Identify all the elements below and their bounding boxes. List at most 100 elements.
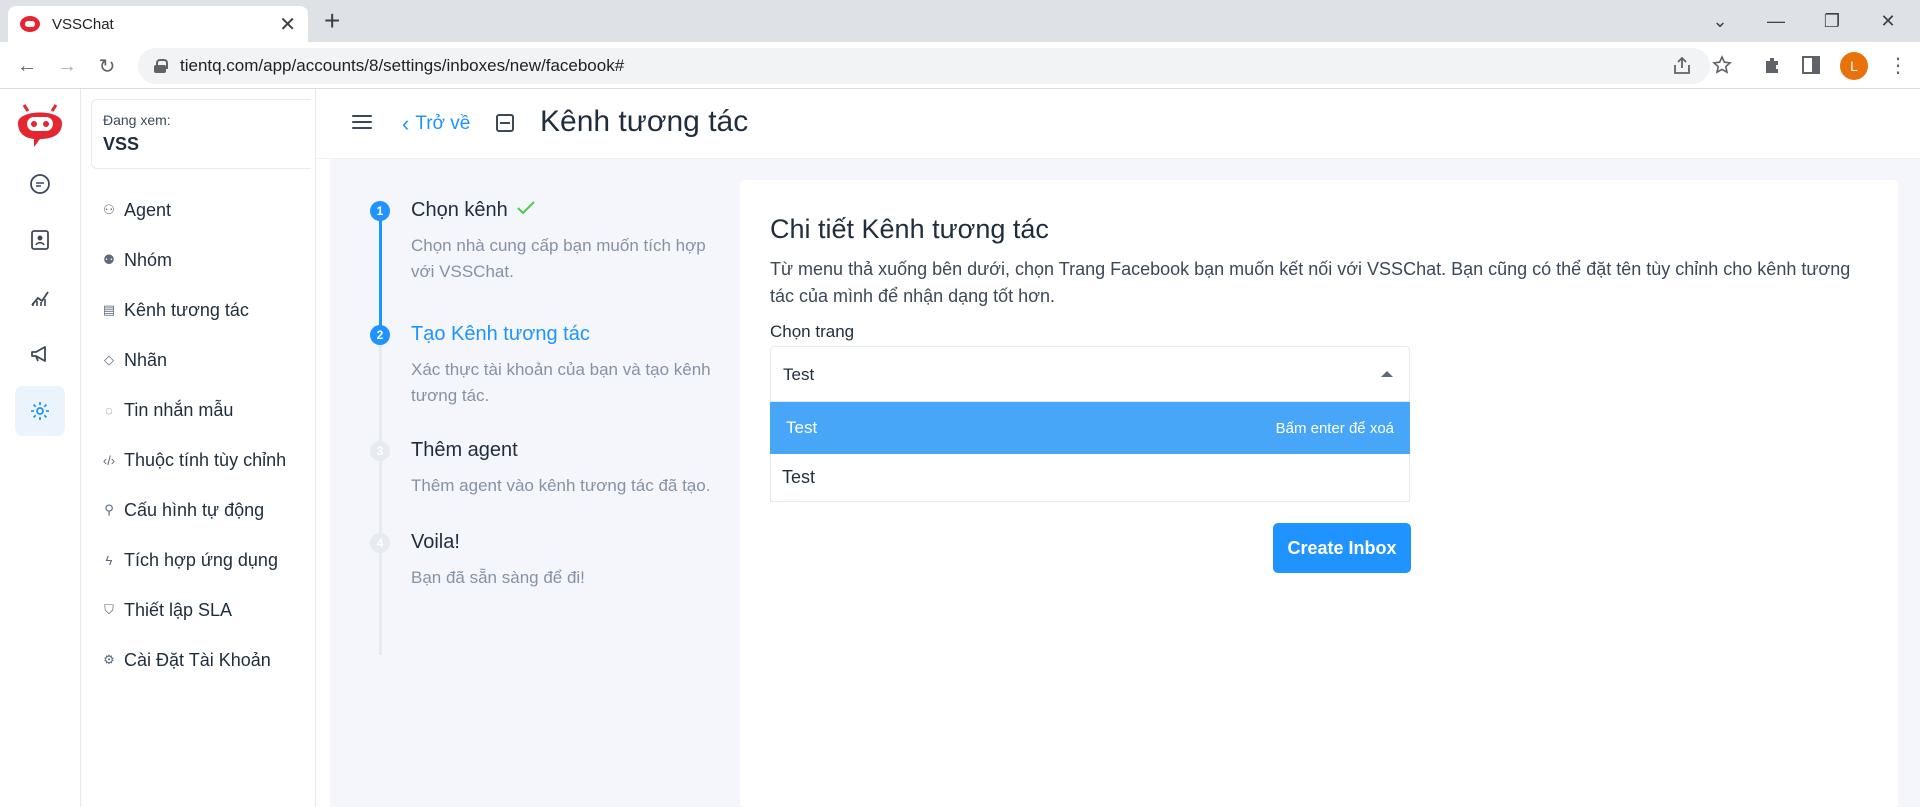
back-label: Trở về <box>415 113 471 134</box>
contact-card-icon <box>31 230 49 250</box>
chart-trend-icon <box>31 291 49 306</box>
chat-bubble-icon <box>30 174 50 194</box>
form-heading: Chi tiết Kênh tương tác <box>770 214 1049 244</box>
step-number: 2 <box>370 325 390 345</box>
sidebar-item-labels[interactable]: ◇ Nhãn <box>102 345 167 375</box>
address-bar[interactable]: tientq.com/app/accounts/8/settings/inbox… <box>138 48 1710 84</box>
back-arrow-icon[interactable]: ← <box>12 51 42 81</box>
close-window-button[interactable]: ✕ <box>1860 0 1916 42</box>
sidebar-item-integrations[interactable]: ϟ Tích hợp ứng dụng <box>102 545 278 575</box>
gear-icon <box>31 402 49 420</box>
sidebar-item-label: Tin nhắn mẫu <box>124 399 234 420</box>
account-label: Đang xem: <box>103 112 171 128</box>
primary-nav-rail <box>0 89 81 807</box>
sidebar-item-sla[interactable]: ⛉ Thiết lập SLA <box>102 595 232 625</box>
step-number: 4 <box>370 533 390 553</box>
inbox-icon <box>496 114 514 132</box>
sidebar-item-label: Nhóm <box>124 249 173 270</box>
step-title: Chọn kênh <box>411 199 536 222</box>
reload-icon[interactable]: ↻ <box>92 51 122 81</box>
step-description: Bạn đã sẵn sàng để đi! <box>411 568 585 587</box>
tag-icon: ◇ <box>104 352 114 367</box>
tab-search-icon[interactable]: ⌄ <box>1692 0 1748 42</box>
tab-title: VSSChat <box>52 15 114 33</box>
account-name: VSS <box>103 134 140 154</box>
tab-close-icon[interactable]: ✕ <box>279 12 296 37</box>
sidebar-item-teams[interactable]: ⚉ Nhóm <box>102 245 172 275</box>
shield-icon: ⛉ <box>104 602 114 617</box>
step-description: Chọn nhà cung cấp bạn muốn tích hợp với … <box>411 236 706 281</box>
page-select-label: Chọn trang <box>770 322 855 341</box>
step-title: Thêm agent <box>411 439 518 461</box>
step-number: 1 <box>370 201 390 221</box>
sidebar-item-canned-responses[interactable]: ◌ Tin nhắn mẫu <box>102 395 233 425</box>
gear-icon: ⚙ <box>103 652 115 667</box>
conversations-nav[interactable] <box>15 159 65 209</box>
chat-icon: ◌ <box>105 402 113 418</box>
step-connector-pending <box>379 335 382 655</box>
page-option[interactable]: Test <box>770 454 1410 502</box>
create-inbox-button[interactable]: Create Inbox <box>1273 523 1411 573</box>
profile-avatar[interactable]: L <box>1840 52 1868 80</box>
option-label: Test <box>786 418 818 437</box>
option-label: Test <box>782 467 816 487</box>
account-switcher[interactable]: Đang xem: VSS <box>91 99 311 169</box>
settings-nav[interactable] <box>15 386 65 436</box>
sidebar-item-label: Thuộc tính tùy chỉnh <box>124 449 287 470</box>
chevron-left-icon: ‹ <box>402 111 410 136</box>
new-tab-button[interactable]: + <box>324 6 340 36</box>
code-icon: ‹/› <box>102 452 116 468</box>
step-description: Thêm agent vào kênh tương tác đã tạo. <box>411 476 711 495</box>
sidebar-item-label: Tích hợp ứng dụng <box>124 549 278 570</box>
flash-icon: ϟ <box>105 552 113 568</box>
menu-toggle-icon[interactable] <box>352 115 372 129</box>
share-icon[interactable] <box>1672 56 1692 76</box>
bookmark-star-icon[interactable] <box>1712 55 1732 75</box>
minimize-button[interactable]: — <box>1748 0 1804 42</box>
settings-sidebar: Đang xem: VSS ⚇ Agent ⚉ Nhóm ▤ Kênh tương t… <box>81 89 316 807</box>
lock-icon[interactable] <box>154 59 168 73</box>
sidebar-item-label: Thiết lập SLA <box>124 599 233 620</box>
url-text[interactable]: tientq.com/app/accounts/8/settings/inbox… <box>180 56 624 76</box>
sidebar-item-automation[interactable]: ⚲ Cấu hình tự động <box>102 495 264 525</box>
page-header: ‹ Trở về Kênh tương tác <box>316 89 1920 159</box>
step-number: 3 <box>370 441 390 461</box>
step-description: Xác thực tài khoản của bạn và tạo kênh t… <box>411 360 711 405</box>
step-title: Tạo Kênh tương tác <box>411 323 590 345</box>
browser-tab[interactable]: VSSChat ✕ <box>8 6 308 42</box>
more-menu-icon[interactable]: ⋮ <box>1888 53 1908 78</box>
page-select[interactable]: Test <box>770 346 1410 402</box>
vsschat-logo[interactable] <box>12 103 68 147</box>
page-select-value[interactable]: Test <box>783 365 814 385</box>
side-panel-icon[interactable] <box>1802 56 1820 74</box>
sidebar-item-inboxes[interactable]: ▤ Kênh tương tác <box>102 295 249 325</box>
caret-up-icon[interactable] <box>1381 371 1393 377</box>
step-title: Voila! <box>411 531 460 553</box>
automation-icon: ⚲ <box>104 502 114 517</box>
sidebar-item-label: Cấu hình tự động <box>124 499 265 520</box>
step-connector-done <box>379 211 382 331</box>
reports-nav[interactable] <box>15 272 65 322</box>
sidebar-item-agent[interactable]: ⚇ Agent <box>102 195 171 225</box>
checkmark-icon <box>517 201 535 215</box>
sidebar-item-label: Cài Đặt Tài Khoản <box>124 649 271 670</box>
sidebar-item-account-settings[interactable]: ⚙ Cài Đặt Tài Khoản <box>102 645 271 675</box>
restore-button[interactable]: ❐ <box>1804 0 1860 42</box>
sidebar-item-label: Agent <box>124 199 172 220</box>
forward-arrow-icon[interactable]: → <box>52 51 82 81</box>
inbox-icon: ▤ <box>102 302 116 317</box>
sidebar-item-label: Kênh tương tác <box>124 299 249 320</box>
form-description: Từ menu thả xuống bên dưới, chọn Trang F… <box>770 259 1851 306</box>
page-option-highlighted[interactable]: Test Bấm enter để xoá <box>770 402 1410 454</box>
extensions-icon[interactable] <box>1762 55 1782 75</box>
campaigns-nav[interactable] <box>15 329 65 379</box>
browser-tab-bar: VSSChat ✕ + ⌄ — ❐ ✕ <box>0 0 1920 42</box>
back-link[interactable]: ‹ Trở về <box>402 111 470 137</box>
sidebar-item-custom-attributes[interactable]: ‹/› Thuộc tính tùy chỉnh <box>102 445 286 475</box>
sidebar-item-label: Nhãn <box>124 349 168 370</box>
contacts-nav[interactable] <box>15 215 65 265</box>
inbox-details-card: Chi tiết Kênh tương tác Từ menu thả xuốn… <box>740 180 1898 807</box>
team-icon: ⚉ <box>103 252 115 267</box>
megaphone-icon <box>31 346 46 362</box>
browser-toolbar: ← → ↻ tientq.com/app/accounts/8/settings… <box>0 42 1920 89</box>
